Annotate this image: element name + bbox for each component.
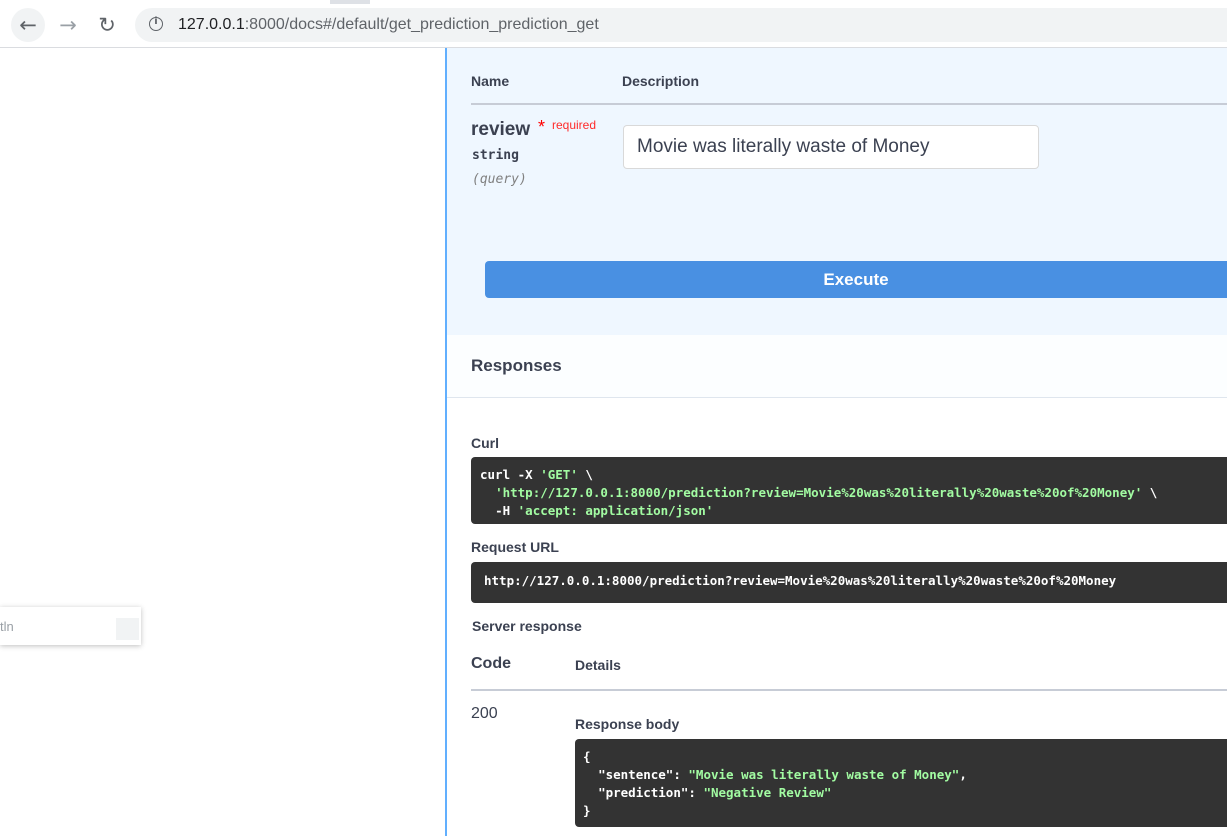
responses-header-bar <box>447 335 1227 398</box>
responses-title: Responses <box>471 356 562 375</box>
json-value-prediction: "Negative Review" <box>703 785 832 800</box>
column-header-description: Description <box>622 73 700 89</box>
url-host: 127.0.0.1 <box>178 16 245 33</box>
request-url-block[interactable]: http://127.0.0.1:8000/prediction?review=… <box>471 562 1227 603</box>
back-arrow-icon[interactable]: ← <box>11 8 45 42</box>
code-column-header: Code <box>471 655 511 672</box>
site-info-icon[interactable] <box>149 16 163 31</box>
curl-method: 'GET' <box>540 467 578 482</box>
response-code: 200 <box>471 705 498 722</box>
curl-cmd: curl -X <box>480 467 541 482</box>
curl-header: 'accept: application/json' <box>517 503 714 518</box>
json-open: { <box>583 749 591 764</box>
address-bar[interactable]: 127.0.0.1:8000/docs#/default/get_predict… <box>135 8 1227 42</box>
request-url-label: Request URL <box>471 539 559 555</box>
popup-text: tln <box>0 619 14 634</box>
curl-url: 'http://127.0.0.1:8000/prediction?review… <box>495 485 1143 500</box>
param-name: review <box>471 119 531 140</box>
required-label: required <box>552 118 597 132</box>
json-value-sentence: "Movie was literally waste of Money" <box>688 767 960 782</box>
execute-button[interactable]: Execute <box>485 261 1227 298</box>
reload-icon[interactable]: ↻ <box>90 8 124 42</box>
curl-flag: -H <box>495 503 518 518</box>
url-path: :8000/docs#/default/get_prediction_predi… <box>244 16 599 33</box>
column-header-name: Name <box>471 73 510 89</box>
details-column-header: Details <box>575 657 621 673</box>
json-key-sentence: "sentence" <box>598 767 674 782</box>
header-divider <box>471 103 1227 105</box>
tab-strip-edge <box>0 0 1227 4</box>
curl-cont-1: \ <box>577 467 593 482</box>
url-text[interactable]: 127.0.0.1:8000/docs#/default/get_predict… <box>178 16 599 34</box>
forward-arrow-icon[interactable]: → <box>51 8 85 42</box>
json-key-prediction: "prediction" <box>598 785 689 800</box>
json-close: } <box>583 803 591 818</box>
response-body-label: Response body <box>575 716 680 732</box>
curl-cont-2: \ <box>1142 485 1158 500</box>
param-location: (query) <box>472 172 527 187</box>
review-input[interactable] <box>623 125 1039 169</box>
response-body-block[interactable]: { "sentence": "Movie was literally waste… <box>575 739 1227 827</box>
required-star: * <box>538 117 546 137</box>
curl-label: Curl <box>471 435 499 451</box>
server-response-label: Server response <box>472 618 582 634</box>
curl-code-block[interactable]: curl -X 'GET' \ 'http://127.0.0.1:8000/p… <box>471 457 1227 524</box>
response-table-divider <box>471 689 1227 691</box>
floating-search-popup[interactable]: tln <box>0 607 141 645</box>
popup-button[interactable] <box>116 618 139 640</box>
param-type: string <box>472 148 519 163</box>
